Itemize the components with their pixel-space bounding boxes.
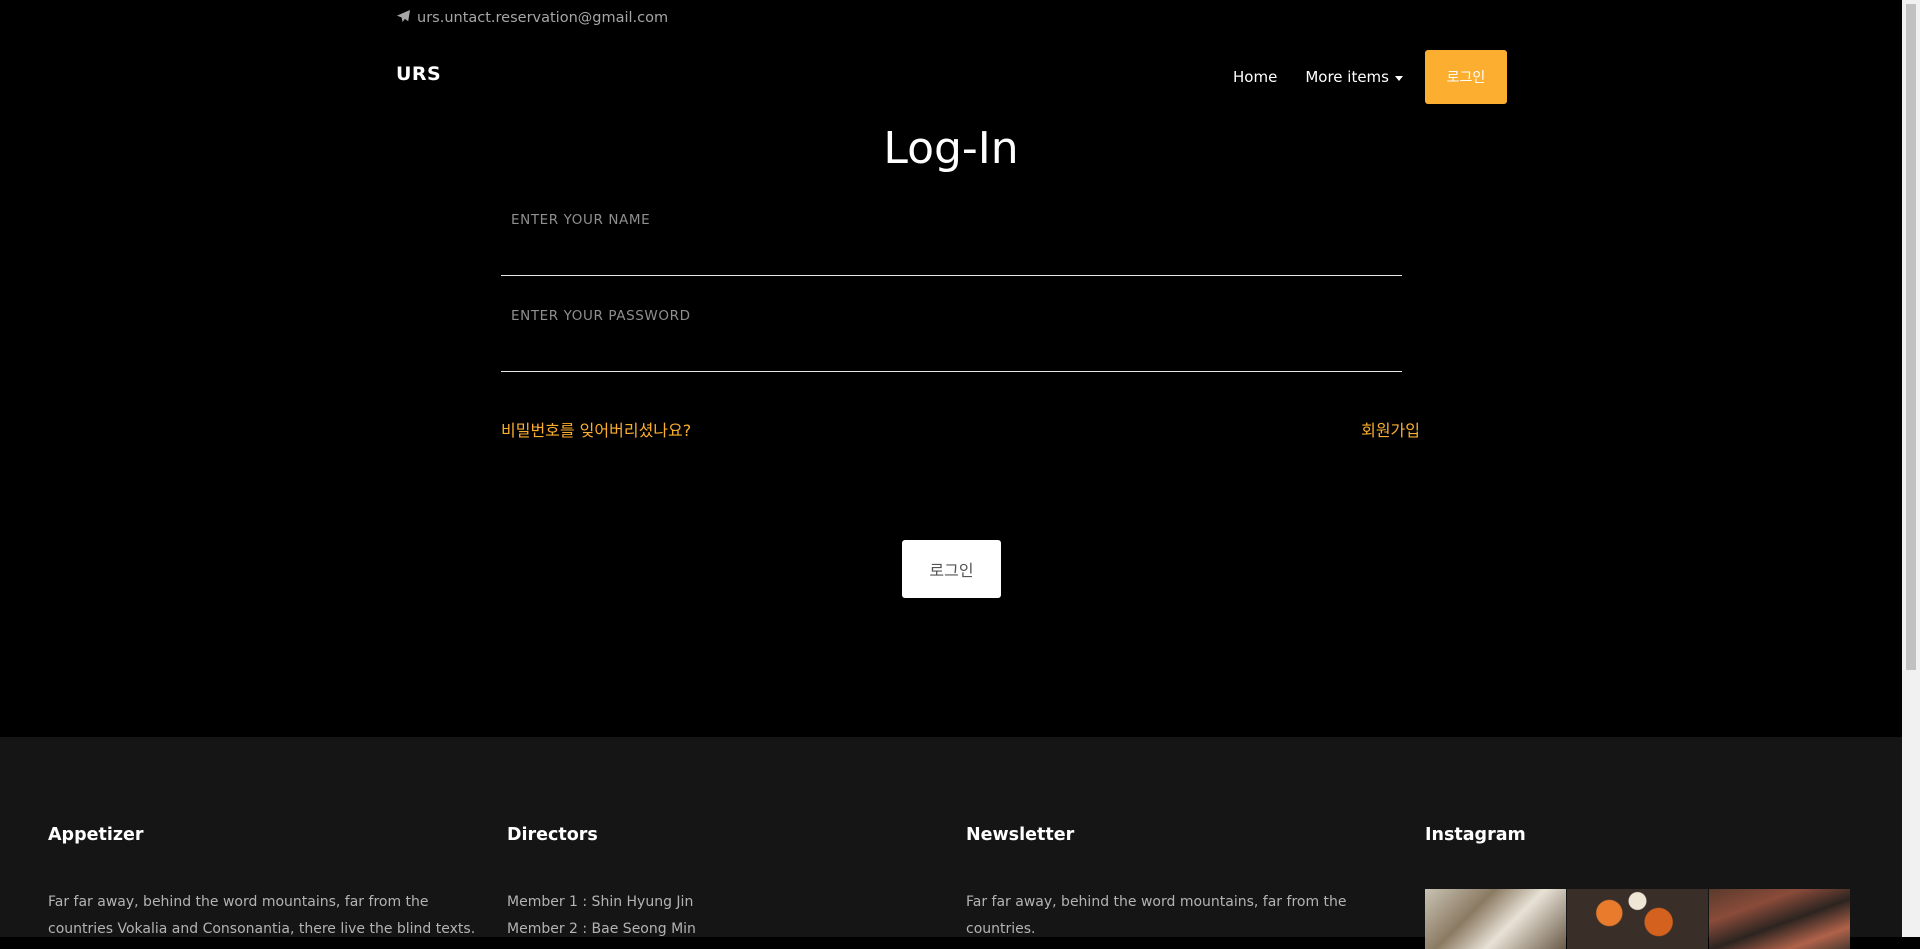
nav-home[interactable]: Home xyxy=(1219,68,1291,86)
nav-more-items[interactable]: More items xyxy=(1291,68,1417,86)
instagram-photo[interactable] xyxy=(1425,889,1566,949)
site-footer: Appetizer Far far away, behind the word … xyxy=(0,737,1902,949)
main-nav: Home More items 로그인 xyxy=(1219,50,1507,104)
instagram-photo[interactable] xyxy=(1709,889,1850,949)
scrollbar-thumb[interactable] xyxy=(1906,4,1916,670)
login-submit-button[interactable]: 로그인 xyxy=(902,540,1001,598)
contact-email-text: urs.untact.reservation@gmail.com xyxy=(417,10,669,26)
footer-directors-list: Member 1 : Shin Hyung Jin Member 2 : Bae… xyxy=(507,889,947,943)
password-input[interactable] xyxy=(501,293,1402,371)
name-field[interactable]: ENTER YOUR NAME xyxy=(501,197,1402,276)
password-field[interactable]: ENTER YOUR PASSWORD xyxy=(501,293,1402,372)
forgot-password-link[interactable]: 비밀번호를 잊어버리셨나요? xyxy=(501,417,691,441)
signup-link[interactable]: 회원가입 xyxy=(1361,417,1420,441)
footer-newsletter-text: Far far away, behind the word mountains,… xyxy=(966,894,1347,937)
instagram-photo[interactable] xyxy=(1567,889,1708,949)
nav-login-button[interactable]: 로그인 xyxy=(1425,50,1507,104)
director-member: Member 2 : Bae Seong Min xyxy=(507,921,696,937)
paper-plane-icon xyxy=(396,9,411,28)
footer-newsletter-heading: Newsletter xyxy=(966,825,1075,845)
footer-instagram-heading: Instagram xyxy=(1425,825,1526,845)
footer-appetizer-text: Far far away, behind the word mountains,… xyxy=(48,894,476,937)
contact-email: urs.untact.reservation@gmail.com xyxy=(396,8,668,28)
footer-directors-heading: Directors xyxy=(507,825,598,845)
name-input[interactable] xyxy=(501,197,1402,275)
nav-more-items-label: More items xyxy=(1305,68,1389,86)
brand-logo[interactable]: URS xyxy=(396,63,441,85)
instagram-gallery xyxy=(1425,889,1850,949)
page-title: Log-In xyxy=(883,123,1019,174)
footer-appetizer-heading: Appetizer xyxy=(48,825,144,845)
page-scrollbar[interactable] xyxy=(1902,0,1920,937)
director-member: Member 1 : Shin Hyung Jin xyxy=(507,894,694,910)
caret-down-icon xyxy=(1395,75,1403,81)
